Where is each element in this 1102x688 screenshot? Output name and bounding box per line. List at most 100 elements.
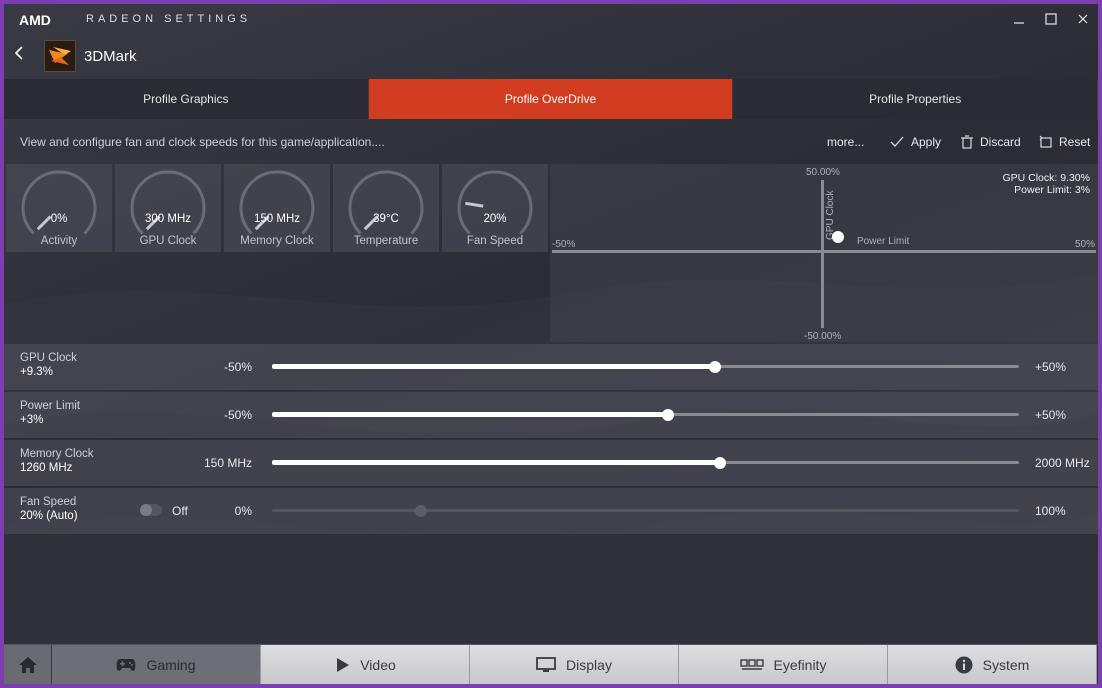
gauge-label: Fan Speed [466,235,524,247]
maximize-button[interactable] [1040,9,1062,29]
slider-max-label: +50% [1035,360,1067,374]
memory-clock-slider[interactable] [272,457,1019,469]
radeon-settings-window: AMD RADEON SETTINGS 3DMark Profile Graph… [4,4,1098,684]
window-title: RADEON SETTINGS [86,13,252,25]
slider-thumb[interactable] [708,361,721,373]
tab-profile-graphics[interactable]: Profile Graphics [4,79,369,119]
graph-x-min-label: -50% [552,239,576,250]
nav-display[interactable]: Display [470,645,679,684]
graph-y-min-label: -50.00% [804,331,842,342]
graph-info-gpu-clock: GPU Clock: 9.30% [1002,172,1090,184]
power-limit-slider[interactable] [272,409,1019,421]
fan-speed-toggle[interactable] [140,504,162,516]
gauge-label: Memory Clock [240,235,314,247]
apply-label: Apply [911,135,942,149]
gauge-value: 150 MHz [253,213,301,225]
slider-value: +3% [20,414,44,426]
slider-thumb[interactable] [714,457,727,469]
chevron-left-icon [14,46,23,60]
apply-button[interactable]: Apply [889,133,941,151]
more-button[interactable]: more... [827,133,864,151]
slider-fill [272,412,668,417]
gauge-value: 39°C [373,213,399,225]
slider-row-power-limit: Power Limit +3% -50% +50% [4,392,1098,438]
gauge-label: GPU Clock [139,235,197,247]
slider-fill [272,460,721,465]
gauge-label: Activity [40,235,78,247]
graph-y-max-label: 50.00% [806,167,840,178]
back-button[interactable] [12,44,30,66]
gauge-gpu-clock: 300 MHz GPU Clock [115,164,221,252]
trash-icon [961,135,973,149]
gauge-temperature: 39°C Temperature [333,164,439,252]
nav-label: System [982,657,1030,673]
gauge-value: 300 MHz [144,213,192,225]
discard-label: Discard [980,135,1021,149]
slider-name: Power Limit [20,400,81,412]
info-icon [955,656,973,674]
slider-thumb[interactable] [661,409,674,421]
slider-row-fan-speed: Fan Speed 20% (Auto) Off 0% 100% [4,488,1098,534]
nav-gaming[interactable]: Gaming [52,645,261,684]
nav-label: Gaming [146,657,196,673]
gamepad-icon [116,658,136,672]
graph-info: GPU Clock: 9.30% Power Limit: 3% [1002,172,1090,196]
slider-fill [272,364,715,369]
checkmark-icon [890,136,904,147]
home-button[interactable] [4,645,52,684]
discard-button[interactable]: Discard [960,133,1021,151]
slider-max-label: +50% [1035,408,1067,422]
slider-value: 1260 MHz [20,462,73,474]
slider-min-label: 150 MHz [203,456,252,470]
slider-name: GPU Clock [20,352,77,364]
tab-profile-properties[interactable]: Profile Properties [733,79,1098,119]
maximize-icon [1045,13,1057,25]
play-icon [334,657,350,673]
slider-max-label: 100% [1035,504,1066,518]
reset-button[interactable]: Reset [1039,133,1090,151]
slider-value: 20% (Auto) [20,510,78,522]
monitor-icon [536,657,556,673]
fan-speed-slider[interactable] [272,505,1019,517]
slider-name: Memory Clock [20,448,94,460]
gauge-needle [465,201,484,208]
nav-eyefinity[interactable]: Eyefinity [679,645,888,684]
toggle-knob [140,504,152,516]
profile-tabs: Profile Graphics Profile OverDrive Profi… [4,79,1098,119]
slider-thumb[interactable] [415,505,428,517]
overdrive-graph[interactable]: 50.00% -50.00% -50% 50% GPU Clock Power … [550,164,1098,342]
slider-min-label: 0% [234,504,252,518]
3dmark-logo-icon [49,47,71,65]
reset-icon [1039,135,1052,148]
app-icon-3dmark [44,40,76,72]
graph-x-axis-label: Power Limit [857,236,910,247]
gauge-activity: 0% Activity [6,164,112,252]
gauge-memory-clock: 150 MHz Memory Clock [224,164,330,252]
slider-row-gpu-clock: GPU Clock +9.3% -50% +50% [4,344,1098,390]
more-label: more... [827,135,865,149]
graph-info-power-limit: Power Limit: 3% [1014,184,1090,196]
slider-row-memory-clock: Memory Clock 1260 MHz 150 MHz 2000 MHz [4,440,1098,486]
nav-video[interactable]: Video [261,645,470,684]
amd-logo: AMD [19,12,51,28]
slider-min-label: -50% [223,408,252,422]
nav-label: Display [566,657,612,673]
graph-x-axis [552,250,1096,253]
graph-y-axis [821,180,824,328]
tab-profile-overdrive[interactable]: Profile OverDrive [368,79,734,119]
fan-speed-toggle-label: Off [172,504,188,518]
app-name: 3DMark [84,48,137,65]
gauge-label: Temperature [353,235,419,247]
nav-label: Eyefinity [773,657,827,673]
minimize-button[interactable] [1008,9,1030,29]
slider-value: +9.3% [20,366,53,378]
close-icon [1078,14,1088,24]
title-bar: AMD RADEON SETTINGS [4,4,1098,34]
graph-operating-point[interactable] [832,231,845,244]
gpu-clock-slider[interactable] [272,361,1019,373]
minimize-icon [1014,22,1024,24]
eyefinity-icon [739,658,764,672]
nav-system[interactable]: System [888,645,1097,684]
close-button[interactable] [1072,9,1094,29]
home-icon [18,657,37,673]
